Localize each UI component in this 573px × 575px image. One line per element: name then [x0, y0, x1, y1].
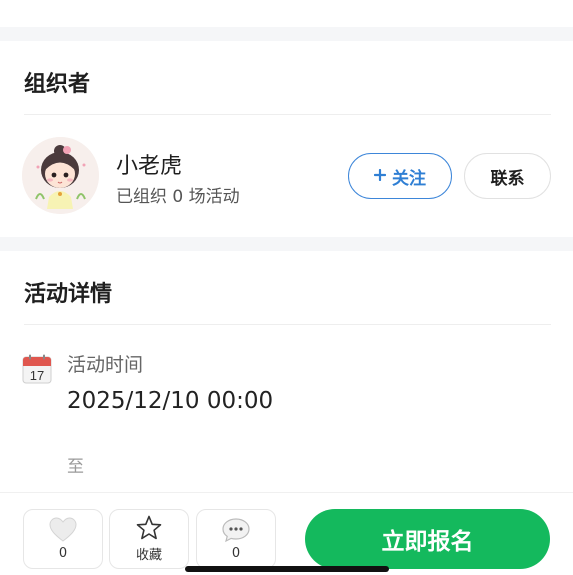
- heart-icon: [49, 517, 77, 543]
- organizer-name[interactable]: 小老虎: [116, 148, 182, 180]
- like-button[interactable]: 0: [23, 509, 103, 569]
- like-count: 0: [58, 546, 68, 561]
- star-icon: [136, 515, 162, 541]
- section-gap: [0, 237, 573, 251]
- contact-label: 联系: [490, 168, 525, 189]
- calendar-icon: 17: [22, 354, 52, 384]
- avatar-illustration: [22, 137, 99, 214]
- divider: [24, 114, 551, 115]
- calendar-day: 17: [30, 368, 44, 383]
- avatar[interactable]: [22, 137, 99, 214]
- start-time: 2025/12/10 00:00: [67, 388, 274, 414]
- follow-button[interactable]: 关注: [348, 153, 452, 199]
- section-gap: [0, 27, 573, 41]
- to-label: 至: [67, 457, 84, 477]
- organizer-stats: 已组织 0 场活动: [116, 187, 240, 207]
- comment-count: 0: [231, 546, 241, 561]
- favorite-label: 收藏: [135, 548, 162, 563]
- plus-icon: [373, 166, 387, 186]
- organizer-section-title: 组织者: [24, 72, 91, 97]
- register-button[interactable]: 立即报名: [305, 509, 550, 569]
- contact-button[interactable]: 联系: [464, 153, 551, 199]
- comment-button[interactable]: 0: [196, 509, 276, 569]
- top-strip: [0, 0, 573, 27]
- follow-label: 关注: [392, 168, 426, 189]
- divider: [24, 324, 551, 325]
- comment-icon: [221, 517, 251, 543]
- details-section-title: 活动详情: [24, 282, 113, 307]
- favorite-button[interactable]: 收藏: [109, 509, 189, 569]
- register-label: 立即报名: [381, 529, 474, 555]
- time-label: 活动时间: [67, 354, 144, 376]
- home-indicator: [185, 566, 389, 572]
